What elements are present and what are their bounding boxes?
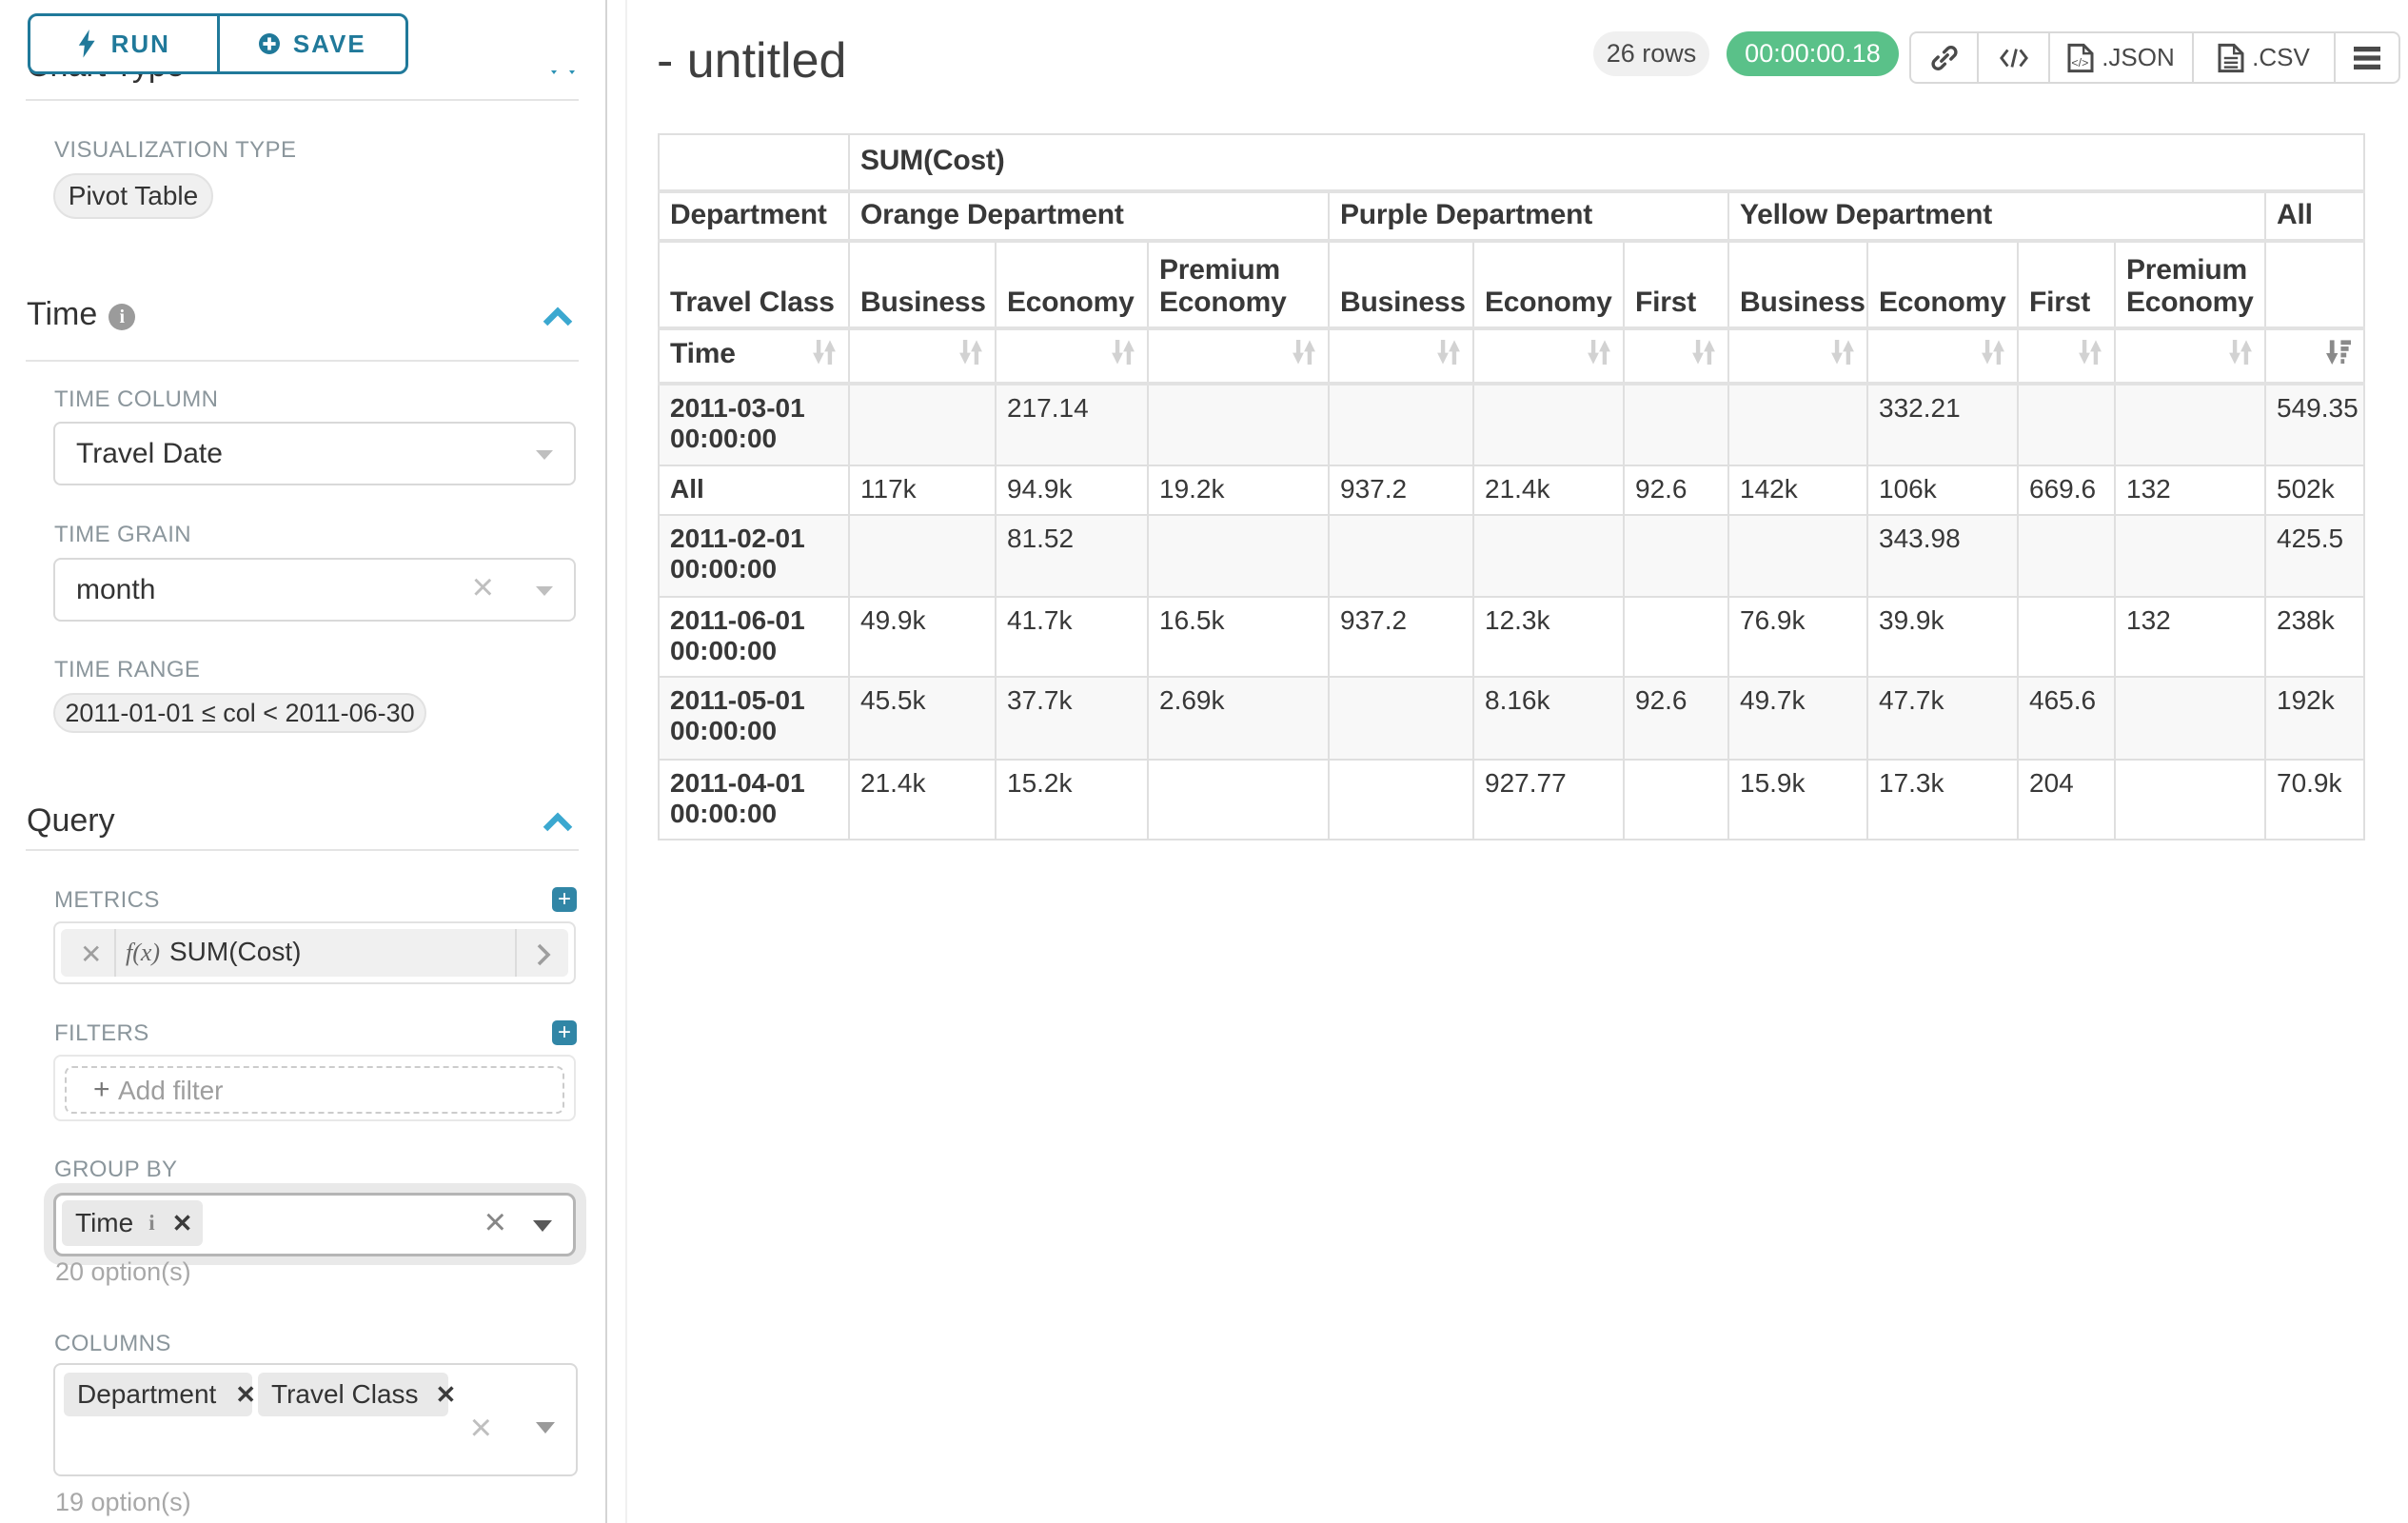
svg-text:</>: </> [2072, 56, 2089, 69]
